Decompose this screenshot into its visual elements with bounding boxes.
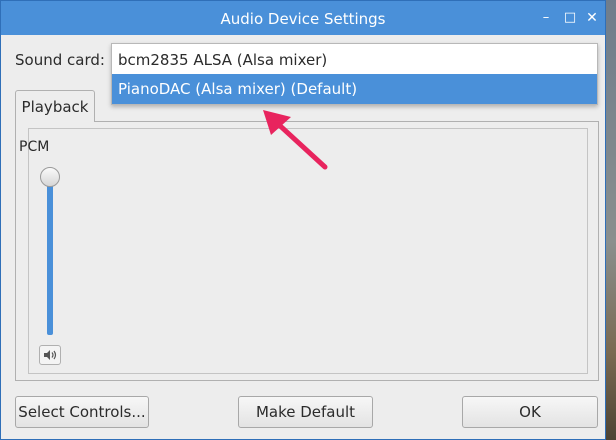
sound-card-option-pianodac[interactable]: PianoDAC (Alsa mixer) (Default): [112, 74, 597, 104]
pcm-mute-toggle[interactable]: [39, 345, 61, 365]
tab-playback[interactable]: Playback: [15, 90, 95, 122]
window-title: Audio Device Settings: [220, 10, 386, 28]
pcm-channel-label: PCM: [19, 139, 50, 155]
close-button[interactable]: ✕: [583, 9, 601, 27]
sound-card-dropdown-list[interactable]: bcm2835 ALSA (Alsa mixer) PianoDAC (Alsa…: [111, 43, 598, 105]
audio-settings-window: Audio Device Settings – □ ✕ Sound card: …: [0, 0, 606, 440]
annotation-arrow-icon: [263, 110, 328, 170]
maximize-button[interactable]: □: [561, 9, 579, 27]
title-bar[interactable]: Audio Device Settings – □ ✕: [1, 1, 605, 35]
sound-card-label: Sound card:: [15, 51, 105, 69]
pcm-volume-slider[interactable]: [47, 177, 53, 335]
pcm-volume-slider-handle[interactable]: [40, 167, 60, 187]
speaker-icon: [44, 350, 57, 360]
ok-button[interactable]: OK: [462, 396, 598, 428]
select-controls-button[interactable]: Select Controls...: [15, 396, 149, 428]
minimize-button[interactable]: –: [537, 9, 555, 27]
make-default-button[interactable]: Make Default: [238, 396, 373, 428]
sound-card-option-bcm2835[interactable]: bcm2835 ALSA (Alsa mixer): [112, 45, 597, 75]
